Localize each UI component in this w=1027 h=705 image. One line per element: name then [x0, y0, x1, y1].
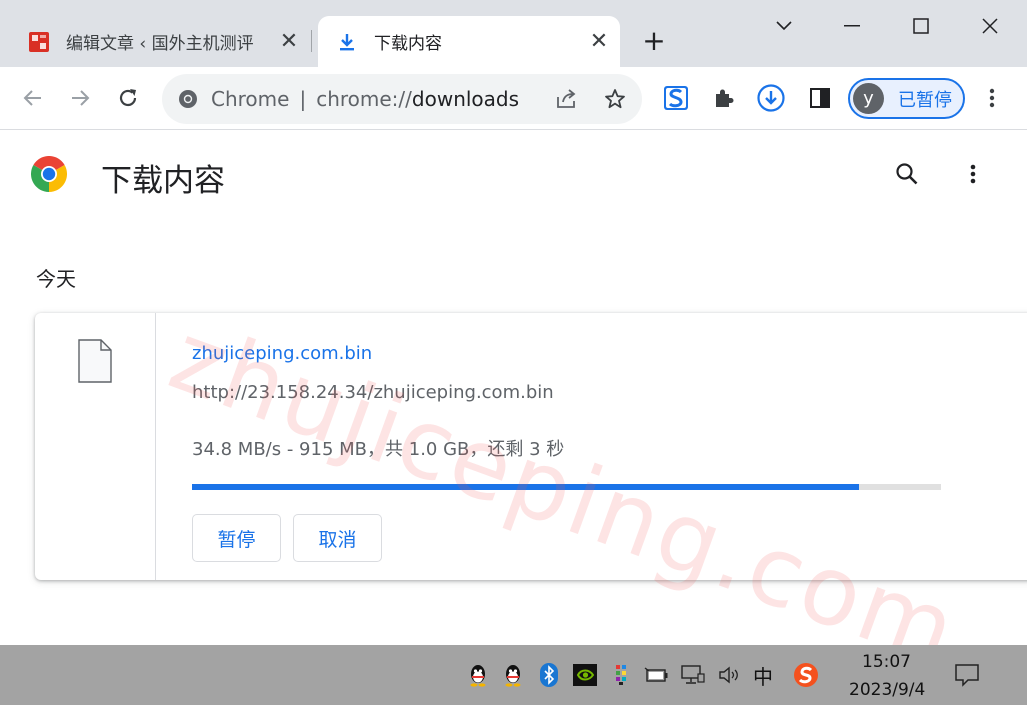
tab-downloads[interactable]: 下载内容 ✕	[318, 16, 620, 67]
battery-plug-icon[interactable]	[644, 662, 670, 688]
notification-icon[interactable]	[953, 661, 981, 689]
avatar: y	[853, 83, 884, 114]
tab-strip: 编辑文章 ‹ 国外主机测评 ✕ 下载内容 ✕ +	[0, 0, 1027, 67]
address-origin: Chrome	[211, 87, 290, 111]
color-grid-icon[interactable]	[608, 662, 634, 688]
profile-status-label: 已暂停	[898, 89, 952, 111]
ime-indicator[interactable]: 中	[750, 662, 776, 689]
volume-icon[interactable]	[716, 662, 742, 688]
profile-button[interactable]: y 已暂停	[848, 78, 965, 119]
bookmark-star-icon[interactable]	[603, 87, 627, 111]
page-title: 下载内容	[101, 163, 225, 199]
maximize-icon[interactable]	[901, 8, 941, 44]
address-bar[interactable]: Chrome | chrome://downloads	[162, 74, 642, 124]
address-path: downloads	[411, 87, 520, 111]
chevron-down-icon[interactable]	[764, 8, 804, 44]
chrome-page-icon	[179, 90, 197, 108]
download-icon	[340, 33, 354, 50]
new-tab-button[interactable]: +	[638, 27, 670, 57]
download-progress-bar	[192, 484, 941, 490]
forward-icon[interactable]	[63, 81, 97, 115]
site-favicon-icon	[29, 31, 49, 52]
download-progress-fill	[192, 484, 859, 490]
download-status: 34.8 MB/s - 915 MB，共 1.0 GB，还剩 3 秒	[192, 439, 565, 460]
address-text: Chrome | chrome://downloads	[211, 87, 519, 111]
download-file-link[interactable]: zhujiceping.com.bin	[192, 343, 372, 364]
network-icon[interactable]	[680, 662, 706, 688]
address-separator: |	[299, 87, 307, 111]
address-scheme: chrome://	[316, 87, 412, 111]
tab-close-icon[interactable]: ✕	[276, 29, 302, 55]
chrome-logo-icon	[31, 156, 67, 192]
pause-button[interactable]: 暂停	[192, 514, 281, 562]
tab-separator	[311, 30, 312, 52]
clock-date: 2023/9/4	[849, 680, 926, 700]
tab-edit-article[interactable]: 编辑文章 ‹ 国外主机测评 ✕	[12, 16, 310, 67]
extensions-puzzle-icon[interactable]	[707, 81, 741, 115]
nvidia-icon[interactable]	[572, 662, 598, 688]
cancel-button[interactable]: 取消	[293, 514, 382, 562]
tab-title: 下载内容	[374, 34, 442, 54]
side-panel-icon[interactable]	[803, 81, 837, 115]
downloads-menu-icon[interactable]	[956, 157, 990, 191]
download-source-url[interactable]: http://23.158.24.34/zhujiceping.com.bin	[192, 382, 554, 403]
qq-icon[interactable]	[465, 662, 491, 688]
browser-toolbar: Chrome | chrome://downloads y 已暂停	[0, 67, 1027, 130]
clock-time: 15:07	[862, 652, 911, 672]
qq-icon[interactable]	[500, 662, 526, 688]
share-icon[interactable]	[555, 88, 579, 110]
more-menu-icon[interactable]	[975, 81, 1009, 115]
date-group-label: 今天	[36, 267, 76, 291]
tab-close-icon[interactable]: ✕	[586, 29, 612, 55]
download-item-card: zhujiceping.com.bin http://23.158.24.34/…	[35, 313, 1027, 580]
downloads-header: 下载内容	[0, 131, 1027, 221]
close-icon[interactable]	[970, 8, 1010, 44]
back-icon[interactable]	[16, 81, 50, 115]
search-icon[interactable]	[890, 157, 924, 191]
extension-s-icon[interactable]	[659, 81, 693, 115]
card-divider	[155, 313, 156, 580]
sogou-ime-icon[interactable]	[793, 662, 819, 688]
tab-title: 编辑文章 ‹ 国外主机测评	[66, 34, 254, 54]
minimize-icon[interactable]	[832, 8, 872, 44]
downloads-toolbar-icon[interactable]	[754, 81, 788, 115]
bluetooth-icon[interactable]	[536, 662, 562, 688]
windows-taskbar: 中 15:07 2023/9/4	[0, 645, 1027, 705]
file-icon	[78, 339, 112, 383]
reload-icon[interactable]	[111, 81, 145, 115]
